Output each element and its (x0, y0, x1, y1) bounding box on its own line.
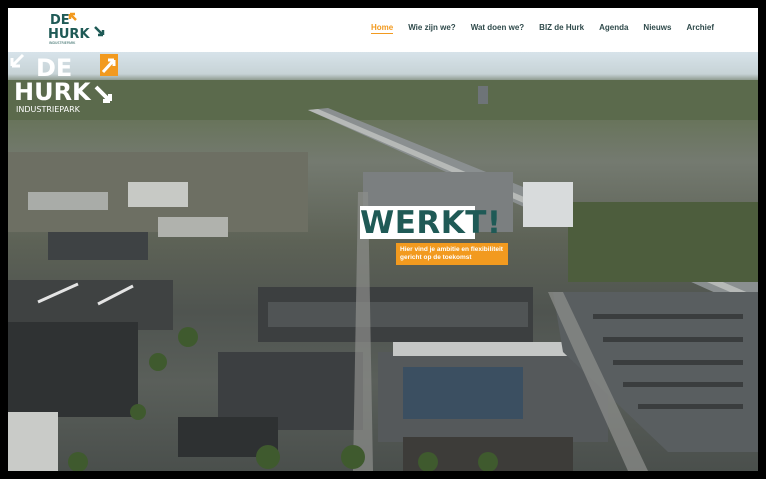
hero-logo-arrow-down-icon (94, 85, 112, 103)
site-header: DE HURK INDUSTRIEPARK Home Wie zijn we? … (8, 8, 758, 52)
hero-aerial-image: WERKT! Hier vind je ambitie en flexibili… (8, 52, 758, 471)
browser-frame: DE HURK INDUSTRIEPARK Home Wie zijn we? … (8, 8, 758, 471)
logo-line3: INDUSTRIEPARK (49, 41, 76, 45)
aerial-photo (8, 80, 758, 471)
nav-wat-doen-we[interactable]: Wat doen we? (471, 23, 524, 34)
nav-archief[interactable]: Archief (686, 23, 714, 34)
logo-arrow-down-icon (94, 26, 105, 37)
nav-wie-zijn-we[interactable]: Wie zijn we? (408, 23, 456, 34)
nav-home[interactable]: Home (370, 23, 394, 34)
logo-line2: HURK (48, 27, 90, 42)
nav-nieuws[interactable]: Nieuws (643, 23, 671, 34)
logo-arrow-up-icon (68, 12, 77, 21)
hero-headline: WERKT! (360, 205, 502, 241)
site-logo[interactable]: DE HURK INDUSTRIEPARK (46, 11, 110, 47)
main-navigation: Home Wie zijn we? Wat doen we? BIZ de Hu… (370, 23, 714, 34)
hero-logo-line3: INDUSTRIEPARK (16, 105, 81, 114)
arrow-down-left-icon[interactable] (8, 52, 26, 70)
hero-tagline: Hier vind je ambitie en flexibiliteit ge… (396, 243, 508, 265)
nav-biz-de-hurk[interactable]: BIZ de Hurk (539, 23, 584, 34)
hero-logo-line2: HURK (14, 78, 92, 106)
logo-line1: DE (50, 13, 70, 28)
nav-agenda[interactable]: Agenda (599, 23, 628, 34)
